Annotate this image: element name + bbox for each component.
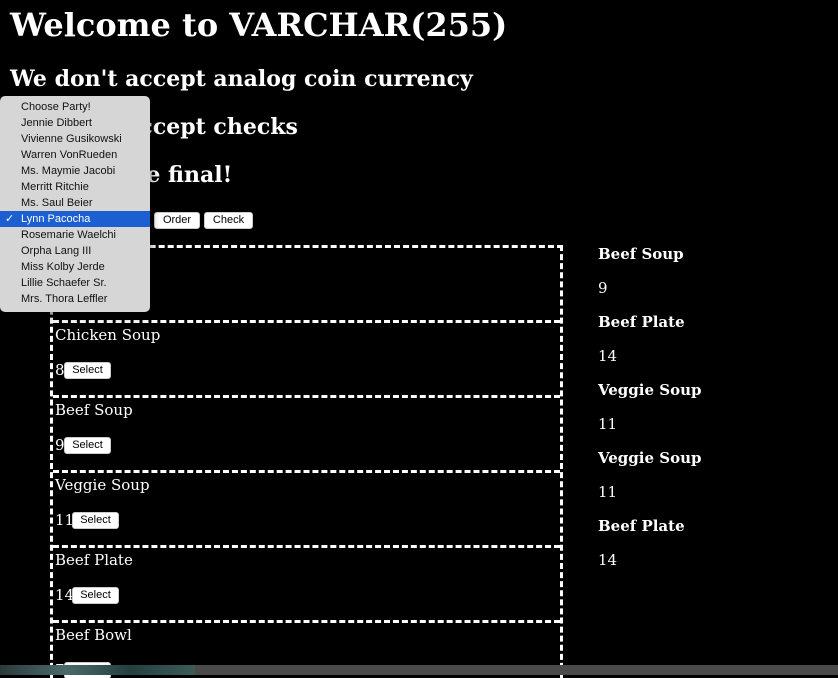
menu-item-name: Beef Soup	[55, 401, 133, 419]
notice-no-coins: We don't accept analog coin currency	[10, 66, 473, 92]
order-item-price: 14	[598, 347, 618, 365]
party-option[interactable]: Orpha Lang III	[0, 243, 150, 259]
party-option[interactable]: Ms. Saul Beier	[0, 195, 150, 211]
select-button[interactable]: Select	[64, 362, 111, 379]
checkmark-icon: ✓	[5, 213, 15, 225]
order-item-price: 11	[598, 483, 618, 501]
party-option-label: Ms. Saul Beier	[21, 197, 93, 209]
menu-item-name: Beef Plate	[55, 551, 133, 569]
party-option-label: Ms. Maymie Jacobi	[21, 165, 116, 177]
menu-item-card: Veggie Soup 11 Select	[53, 473, 560, 548]
menu-item-card: Beef Soup 9 Select	[53, 398, 560, 473]
menu-item-name: Chicken Soup	[55, 326, 161, 344]
page-title: Welcome to VARCHAR(255)	[10, 6, 508, 44]
party-option[interactable]: Choose Party!	[0, 99, 150, 115]
desktop-wallpaper-image	[0, 665, 195, 675]
party-option-label: Choose Party!	[21, 101, 91, 113]
order-button[interactable]: Order	[154, 212, 200, 229]
party-option-label: Miss Kolby Jerde	[21, 261, 105, 273]
menu-item-card: Beef Plate 14 Select	[53, 548, 560, 623]
party-option-label: Vivienne Gusikowski	[21, 133, 122, 145]
party-option-label: Merritt Ritchie	[21, 181, 89, 193]
party-option-label: Lynn Pacocha	[21, 213, 91, 225]
select-button[interactable]: Select	[72, 512, 119, 529]
party-option-label: Warren VonRueden	[21, 149, 118, 161]
party-option[interactable]: Miss Kolby Jerde	[0, 259, 150, 275]
party-option-list: Choose Party! Jennie Dibbert Vivienne Gu…	[0, 99, 150, 307]
order-item-name: Beef Soup	[598, 245, 684, 263]
order-item-price: 11	[598, 415, 618, 433]
order-item-price: 9	[598, 279, 608, 297]
menu-item-card: Chicken Soup 8 Select	[53, 323, 560, 398]
party-option[interactable]: Jennie Dibbert	[0, 115, 150, 131]
select-button[interactable]: Select	[64, 437, 111, 454]
party-option[interactable]: Ms. Maymie Jacobi	[0, 163, 150, 179]
select-button[interactable]: Select	[72, 587, 119, 604]
party-option-selected[interactable]: ✓ Lynn Pacocha	[0, 211, 150, 227]
order-item-name: Veggie Soup	[598, 449, 702, 467]
order-item-price: 14	[598, 551, 618, 569]
order-item-name: Beef Plate	[598, 313, 685, 331]
party-option-label: Orpha Lang III	[21, 245, 92, 257]
menu-item-name: Veggie Soup	[55, 476, 150, 494]
party-option[interactable]: Merritt Ritchie	[0, 179, 150, 195]
party-option-label: Rosemarie Waelchi	[21, 229, 116, 241]
party-dropdown-menu[interactable]: Choose Party! Jennie Dibbert Vivienne Gu…	[0, 96, 150, 312]
order-item-name: Beef Plate	[598, 517, 685, 535]
party-option-label: Lillie Schaefer Sr.	[21, 277, 107, 289]
party-option[interactable]: Warren VonRueden	[0, 147, 150, 163]
check-button[interactable]: Check	[204, 212, 253, 229]
party-option[interactable]: Rosemarie Waelchi	[0, 227, 150, 243]
party-option-label: Jennie Dibbert	[21, 117, 92, 129]
party-option[interactable]: Vivienne Gusikowski	[0, 131, 150, 147]
order-item-name: Veggie Soup	[598, 381, 702, 399]
party-option[interactable]: Mrs. Thora Leffler	[0, 291, 150, 307]
party-option-label: Mrs. Thora Leffler	[21, 293, 108, 305]
menu-item-name: Beef Bowl	[55, 626, 132, 644]
party-option[interactable]: Lillie Schaefer Sr.	[0, 275, 150, 291]
